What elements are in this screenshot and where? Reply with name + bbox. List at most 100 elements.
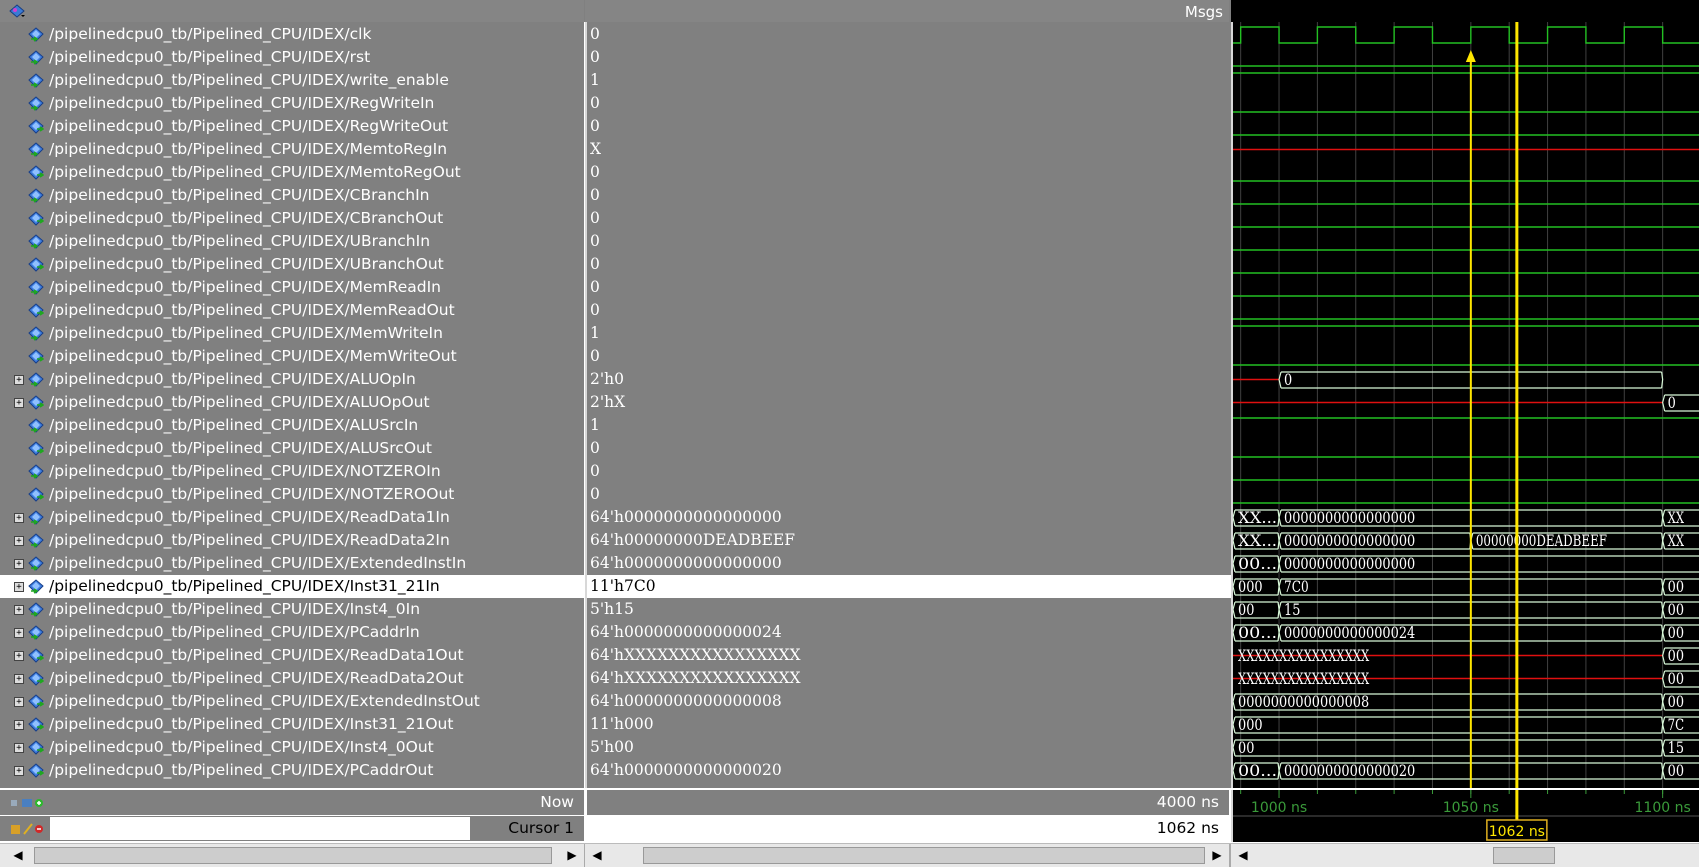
- signal-value-row[interactable]: 2'hX: [587, 391, 1231, 414]
- values-column-header[interactable]: Msgs: [585, 0, 1229, 24]
- signal-value-row[interactable]: 64'h0000000000000024: [587, 621, 1231, 644]
- signal-value-row[interactable]: 0: [587, 253, 1231, 276]
- signal-name[interactable]: /pipelinedcpu0_tb/Pipelined_CPU/IDEX/PCa…: [49, 621, 420, 644]
- signal-row[interactable]: /pipelinedcpu0_tb/Pipelined_CPU/IDEX/ALU…: [0, 414, 584, 437]
- cursor-name-cell[interactable]: Cursor 1: [0, 816, 584, 841]
- signal-value-row[interactable]: 0: [587, 345, 1231, 368]
- expand-icon[interactable]: +: [14, 766, 24, 776]
- signal-value-row[interactable]: 0: [587, 483, 1231, 506]
- names-scrollbar-thumb[interactable]: [34, 847, 552, 864]
- signal-row[interactable]: /pipelinedcpu0_tb/Pipelined_CPU/IDEX/Reg…: [0, 115, 584, 138]
- signal-name[interactable]: /pipelinedcpu0_tb/Pipelined_CPU/IDEX/PCa…: [49, 759, 433, 782]
- signal-row[interactable]: /pipelinedcpu0_tb/Pipelined_CPU/IDEX/wri…: [0, 69, 584, 92]
- signal-value-row[interactable]: 0: [587, 46, 1231, 69]
- signal-row[interactable]: + /pipelinedcpu0_tb/Pipelined_CPU/IDEX/AL…: [0, 368, 584, 391]
- expand-icon[interactable]: +: [14, 743, 24, 753]
- time-ruler-canvas[interactable]: 1000 ns 1050 ns 1100 ns 1062 ns: [1233, 790, 1699, 842]
- wave-scrollbar-thumb[interactable]: [1493, 847, 1555, 864]
- expand-icon[interactable]: +: [14, 697, 24, 707]
- signal-row[interactable]: + /pipelinedcpu0_tb/Pipelined_CPU/IDEX/In…: [0, 575, 584, 598]
- expand-icon[interactable]: +: [14, 513, 24, 523]
- signal-name[interactable]: /pipelinedcpu0_tb/Pipelined_CPU/IDEX/Rea…: [49, 644, 464, 667]
- signal-row[interactable]: /pipelinedcpu0_tb/Pipelined_CPU/IDEX/Mem…: [0, 276, 584, 299]
- cursor-value-cell[interactable]: 1062 ns: [587, 816, 1229, 841]
- expand-icon[interactable]: +: [14, 720, 24, 730]
- signal-name[interactable]: /pipelinedcpu0_tb/Pipelined_CPU/IDEX/UBr…: [49, 230, 430, 253]
- signal-name[interactable]: /pipelinedcpu0_tb/Pipelined_CPU/IDEX/ALU…: [49, 368, 416, 391]
- signal-value-row[interactable]: 11'h000: [587, 713, 1231, 736]
- scroll-right-icon[interactable]: ▶: [1209, 846, 1225, 864]
- signal-value-row[interactable]: 0: [587, 276, 1231, 299]
- signal-row[interactable]: + /pipelinedcpu0_tb/Pipelined_CPU/IDEX/Re…: [0, 667, 584, 690]
- signal-value-row[interactable]: 0: [587, 299, 1231, 322]
- scroll-left-icon[interactable]: ◀: [1235, 846, 1251, 864]
- signal-row[interactable]: /pipelinedcpu0_tb/Pipelined_CPU/IDEX/Mem…: [0, 138, 584, 161]
- scroll-left-icon[interactable]: ◀: [10, 846, 26, 864]
- signal-name[interactable]: /pipelinedcpu0_tb/Pipelined_CPU/IDEX/Reg…: [49, 115, 448, 138]
- signal-value-row[interactable]: 1: [587, 322, 1231, 345]
- signal-row[interactable]: /pipelinedcpu0_tb/Pipelined_CPU/IDEX/Mem…: [0, 299, 584, 322]
- signal-name[interactable]: /pipelinedcpu0_tb/Pipelined_CPU/IDEX/NOT…: [49, 460, 441, 483]
- signal-value-row[interactable]: 64'h00000000DEADBEEF: [587, 529, 1231, 552]
- signal-name[interactable]: /pipelinedcpu0_tb/Pipelined_CPU/IDEX/Mem…: [49, 138, 447, 161]
- signal-value-row[interactable]: 0: [587, 23, 1231, 46]
- signal-row[interactable]: + /pipelinedcpu0_tb/Pipelined_CPU/IDEX/Re…: [0, 506, 584, 529]
- waveform-pane[interactable]: 0 0 XX... 0000000000000000 XX XX... 0000000000…: [1231, 0, 1699, 788]
- signal-value-row[interactable]: 11'h7C0: [587, 575, 1231, 598]
- signal-row[interactable]: + /pipelinedcpu0_tb/Pipelined_CPU/IDEX/Re…: [0, 644, 584, 667]
- signal-name[interactable]: /pipelinedcpu0_tb/Pipelined_CPU/IDEX/Mem…: [49, 161, 461, 184]
- signal-name[interactable]: /pipelinedcpu0_tb/Pipelined_CPU/IDEX/NOT…: [49, 483, 454, 506]
- signal-name[interactable]: /pipelinedcpu0_tb/Pipelined_CPU/IDEX/Rea…: [49, 667, 464, 690]
- signal-name[interactable]: /pipelinedcpu0_tb/Pipelined_CPU/IDEX/CBr…: [49, 207, 443, 230]
- signal-name[interactable]: /pipelinedcpu0_tb/Pipelined_CPU/IDEX/Ins…: [49, 575, 440, 598]
- signal-row[interactable]: + /pipelinedcpu0_tb/Pipelined_CPU/IDEX/In…: [0, 736, 584, 759]
- names-column-header[interactable]: [0, 0, 584, 24]
- signal-name[interactable]: /pipelinedcpu0_tb/Pipelined_CPU/IDEX/Rea…: [49, 506, 450, 529]
- signal-row[interactable]: + /pipelinedcpu0_tb/Pipelined_CPU/IDEX/Ex…: [0, 552, 584, 575]
- signal-value-row[interactable]: 64'h0000000000000000: [587, 552, 1231, 575]
- signal-value-row[interactable]: 5'h00: [587, 736, 1231, 759]
- signal-name[interactable]: /pipelinedcpu0_tb/Pipelined_CPU/IDEX/Ins…: [49, 713, 453, 736]
- wave-scrollbar[interactable]: ◀: [1231, 844, 1699, 867]
- signal-name[interactable]: /pipelinedcpu0_tb/Pipelined_CPU/IDEX/Mem…: [49, 322, 443, 345]
- signal-row[interactable]: /pipelinedcpu0_tb/Pipelined_CPU/IDEX/Reg…: [0, 92, 584, 115]
- signal-row[interactable]: + /pipelinedcpu0_tb/Pipelined_CPU/IDEX/Re…: [0, 529, 584, 552]
- expand-icon[interactable]: +: [14, 651, 24, 661]
- signal-value-row[interactable]: 0: [587, 92, 1231, 115]
- wave-window-icon[interactable]: [8, 4, 26, 18]
- signal-name[interactable]: /pipelinedcpu0_tb/Pipelined_CPU/IDEX/Reg…: [49, 92, 434, 115]
- signal-value-row[interactable]: 0: [587, 460, 1231, 483]
- signal-row[interactable]: + /pipelinedcpu0_tb/Pipelined_CPU/IDEX/PC…: [0, 759, 584, 782]
- signal-name[interactable]: /pipelinedcpu0_tb/Pipelined_CPU/IDEX/Ext…: [49, 552, 466, 575]
- signal-value-row[interactable]: 0: [587, 207, 1231, 230]
- signal-value-row[interactable]: 0: [587, 437, 1231, 460]
- signal-name[interactable]: /pipelinedcpu0_tb/Pipelined_CPU/IDEX/wri…: [49, 69, 449, 92]
- scroll-left-icon[interactable]: ◀: [589, 846, 605, 864]
- signal-row[interactable]: /pipelinedcpu0_tb/Pipelined_CPU/IDEX/rst: [0, 46, 584, 69]
- signal-name[interactable]: /pipelinedcpu0_tb/Pipelined_CPU/IDEX/Mem…: [49, 299, 455, 322]
- waveform-canvas[interactable]: 00XX... 0000000000000000 XXXX... 0000000000…: [1232, 0, 1699, 788]
- expand-icon[interactable]: +: [14, 628, 24, 638]
- time-ruler[interactable]: 1000 ns 1050 ns 1100 ns 1062 ns: [1231, 790, 1699, 842]
- signal-value-row[interactable]: 64'h0000000000000000: [587, 506, 1231, 529]
- signal-value-row[interactable]: 1: [587, 69, 1231, 92]
- values-scrollbar[interactable]: ◀ ▶: [585, 844, 1231, 867]
- signal-row[interactable]: /pipelinedcpu0_tb/Pipelined_CPU/IDEX/CBr…: [0, 207, 584, 230]
- signal-value-row[interactable]: 1: [587, 414, 1231, 437]
- signal-row[interactable]: /pipelinedcpu0_tb/Pipelined_CPU/IDEX/NOT…: [0, 460, 584, 483]
- signal-name[interactable]: /pipelinedcpu0_tb/Pipelined_CPU/IDEX/CBr…: [49, 184, 430, 207]
- expand-icon[interactable]: +: [14, 582, 24, 592]
- signal-row[interactable]: /pipelinedcpu0_tb/Pipelined_CPU/IDEX/clk: [0, 23, 584, 46]
- cursor-label[interactable]: Cursor 1: [508, 816, 574, 841]
- signal-name[interactable]: /pipelinedcpu0_tb/Pipelined_CPU/IDEX/Mem…: [49, 345, 457, 368]
- signal-name[interactable]: /pipelinedcpu0_tb/Pipelined_CPU/IDEX/clk: [49, 23, 371, 46]
- cursor-toolbar-icons[interactable]: [10, 821, 46, 837]
- signal-value-row[interactable]: X: [587, 138, 1231, 161]
- signal-name[interactable]: /pipelinedcpu0_tb/Pipelined_CPU/IDEX/UBr…: [49, 253, 444, 276]
- expand-icon[interactable]: +: [14, 559, 24, 569]
- signal-row[interactable]: /pipelinedcpu0_tb/Pipelined_CPU/IDEX/UBr…: [0, 253, 584, 276]
- expand-icon[interactable]: +: [14, 674, 24, 684]
- signal-row[interactable]: /pipelinedcpu0_tb/Pipelined_CPU/IDEX/Mem…: [0, 161, 584, 184]
- signal-value-row[interactable]: 0: [587, 230, 1231, 253]
- signal-name[interactable]: /pipelinedcpu0_tb/Pipelined_CPU/IDEX/Rea…: [49, 529, 450, 552]
